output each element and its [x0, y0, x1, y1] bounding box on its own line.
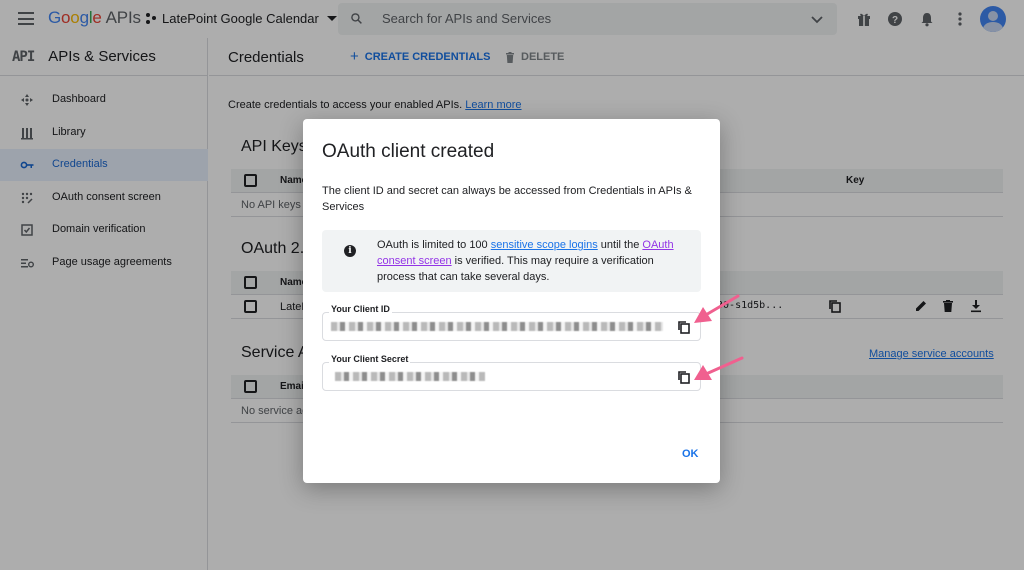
client-secret-label: Your Client Secret — [329, 354, 411, 364]
sensitive-scope-logins-link[interactable]: sensitive scope logins — [491, 239, 598, 251]
client-id-label: Your Client ID — [329, 304, 392, 314]
annotation-arrow-icon — [694, 356, 744, 380]
info-text-part: OAuth is limited to 100 — [377, 239, 491, 251]
info-icon: i — [344, 245, 356, 257]
client-secret-value-redacted — [335, 372, 485, 381]
dialog-description: The client ID and secret can always be a… — [322, 185, 692, 213]
oauth-client-created-dialog: OAuth client created The client ID and s… — [303, 119, 720, 483]
info-text-part: until the — [597, 239, 643, 251]
ok-button[interactable]: OK — [682, 448, 699, 460]
client-id-field[interactable]: Your Client ID — [322, 304, 701, 341]
copy-icon[interactable] — [677, 320, 691, 334]
info-text: OAuth is limited to 100 sensitive scope … — [377, 237, 687, 285]
copy-icon[interactable] — [677, 370, 691, 384]
info-notice: i OAuth is limited to 100 sensitive scop… — [322, 230, 701, 292]
client-id-value-redacted — [331, 322, 663, 331]
annotation-arrow-icon — [694, 294, 740, 323]
dialog-title: OAuth client created — [322, 141, 495, 162]
client-secret-field[interactable]: Your Client Secret — [322, 354, 701, 391]
